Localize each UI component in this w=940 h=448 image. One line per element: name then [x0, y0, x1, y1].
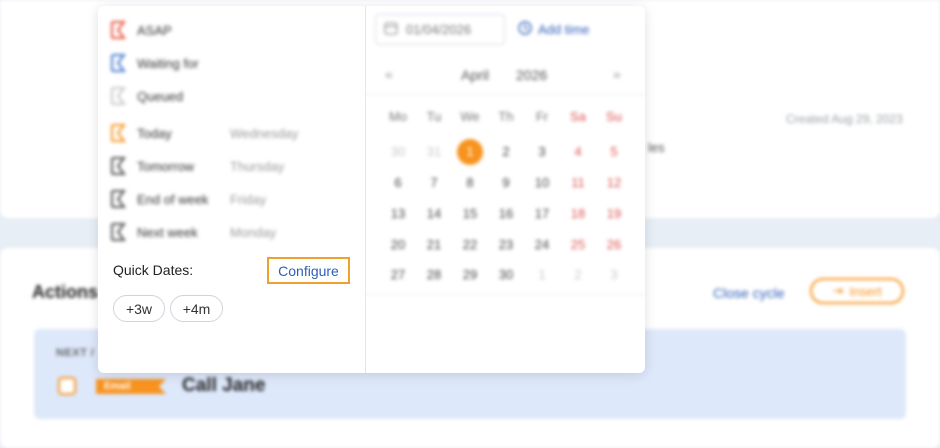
weekday-label: Fr: [535, 109, 549, 124]
option-end-of-week[interactable]: End of week Friday: [110, 188, 266, 210]
add-time-button[interactable]: Add time: [518, 21, 589, 38]
quick-date-chip-4m[interactable]: +4m: [170, 295, 223, 322]
weekday-label: Sa: [570, 109, 586, 124]
calendar-icon: [384, 21, 398, 38]
calendar-day[interactable]: 31: [421, 139, 447, 165]
clock-icon: [518, 21, 532, 38]
calendar-day[interactable]: 2: [565, 262, 591, 288]
option-label: Waiting for: [137, 55, 199, 71]
asap-flag-icon: [110, 21, 126, 39]
calendar-day[interactable]: 21: [421, 232, 447, 258]
popup-divider: [365, 6, 366, 373]
actions-heading: Actions: [32, 282, 99, 302]
next-action-label: NEXT /: [56, 347, 95, 359]
calendar-day[interactable]: 29: [457, 262, 483, 288]
option-today[interactable]: Today Wednesday: [110, 122, 298, 144]
weekday-label: Mo: [388, 109, 408, 124]
calendar-day[interactable]: 9: [493, 170, 519, 196]
option-waiting-for[interactable]: Waiting for: [110, 52, 199, 74]
option-label: End of week: [137, 191, 209, 207]
date-picker-popup: ASAP Waiting for Queued Today Wednesday …: [98, 6, 645, 373]
configure-button[interactable]: Configure: [267, 257, 350, 284]
calendar-day[interactable]: 15: [457, 201, 483, 227]
calendar-day[interactable]: 22: [457, 232, 483, 258]
calendar-day[interactable]: 19: [601, 201, 627, 227]
calendar-day[interactable]: 3: [601, 262, 627, 288]
option-label: Tomorrow: [137, 158, 195, 174]
calendar-footer-divider: [365, 294, 645, 295]
option-queued[interactable]: Queued: [110, 85, 183, 107]
insert-button[interactable]: ⇥ Insert: [810, 278, 904, 304]
calendar-day[interactable]: 18: [565, 201, 591, 227]
add-time-label: Add time: [538, 22, 590, 37]
calendar-day[interactable]: 17: [529, 201, 555, 227]
calendar-day[interactable]: 14: [421, 201, 447, 227]
calendar-day[interactable]: 25: [565, 232, 591, 258]
calendar-day[interactable]: 1: [457, 139, 483, 165]
weekday-label: Th: [498, 109, 514, 124]
option-label: ASAP: [137, 22, 172, 38]
calendar-day[interactable]: 12: [601, 170, 627, 196]
calendar-day[interactable]: 10: [529, 170, 555, 196]
calendar-day[interactable]: 27: [385, 262, 411, 288]
option-label: Queued: [137, 88, 184, 104]
quick-dates-label: Quick Dates:: [113, 262, 194, 278]
calendar-day[interactable]: 26: [601, 232, 627, 258]
calendar-day[interactable]: 8: [457, 170, 483, 196]
close-cycle-link[interactable]: Close cycle: [713, 285, 785, 301]
today-flag-icon: [110, 124, 126, 142]
task-type-badge: Email: [96, 379, 166, 394]
insert-label: Insert: [849, 283, 882, 299]
date-value: 01/04/2026: [406, 22, 472, 37]
weekday-label: Tu: [426, 109, 442, 124]
calendar-day[interactable]: 30: [385, 139, 411, 165]
task-checkbox[interactable]: [58, 377, 76, 395]
insert-icon: ⇥: [832, 283, 844, 298]
calendar-day[interactable]: 11: [565, 170, 591, 196]
background-text-snippet: les: [648, 140, 665, 155]
option-day: Thursday: [230, 158, 285, 174]
next-week-flag-icon: [110, 223, 126, 241]
calendar-day[interactable]: 3: [529, 139, 555, 165]
calendar-day[interactable]: 5: [601, 139, 627, 165]
quick-date-chip-3w[interactable]: +3w: [113, 295, 165, 322]
task-title[interactable]: Call Jane: [182, 375, 265, 397]
date-field[interactable]: 01/04/2026: [375, 14, 505, 45]
option-day: Friday: [230, 191, 267, 207]
calendar-day[interactable]: 2: [493, 139, 519, 165]
calendar-day[interactable]: 24: [529, 232, 555, 258]
calendar-day[interactable]: 16: [493, 201, 519, 227]
option-tomorrow[interactable]: Tomorrow Thursday: [110, 155, 284, 177]
calendar-day[interactable]: 4: [565, 139, 591, 165]
queued-flag-icon: [110, 87, 126, 105]
calendar-day[interactable]: 30: [493, 262, 519, 288]
calendar-day[interactable]: 28: [421, 262, 447, 288]
calendar-day[interactable]: 20: [385, 232, 411, 258]
calendar-day[interactable]: 23: [493, 232, 519, 258]
month-select[interactable]: April: [461, 67, 489, 83]
end-of-week-flag-icon: [110, 190, 126, 208]
calendar-day[interactable]: 6: [385, 170, 411, 196]
calendar-day[interactable]: 7: [421, 170, 447, 196]
weekday-label: We: [460, 109, 480, 124]
option-label: Today: [137, 125, 172, 141]
created-date: Created Aug 29, 2023: [786, 112, 903, 126]
prev-month-button[interactable]: «: [385, 66, 393, 82]
next-month-button[interactable]: »: [613, 66, 621, 82]
year-select[interactable]: 2026: [516, 67, 547, 83]
tomorrow-flag-icon: [110, 157, 126, 175]
calendar-day[interactable]: 1: [529, 262, 555, 288]
option-day: Wednesday: [230, 125, 299, 141]
weekday-label: Su: [606, 109, 622, 124]
waiting-flag-icon: [110, 54, 126, 72]
option-label: Next week: [137, 224, 198, 240]
calendar-day[interactable]: 13: [385, 201, 411, 227]
calendar-header-divider: [365, 94, 645, 95]
option-day: Monday: [230, 224, 277, 240]
option-asap[interactable]: ASAP: [110, 19, 172, 41]
option-next-week[interactable]: Next week Monday: [110, 221, 276, 243]
